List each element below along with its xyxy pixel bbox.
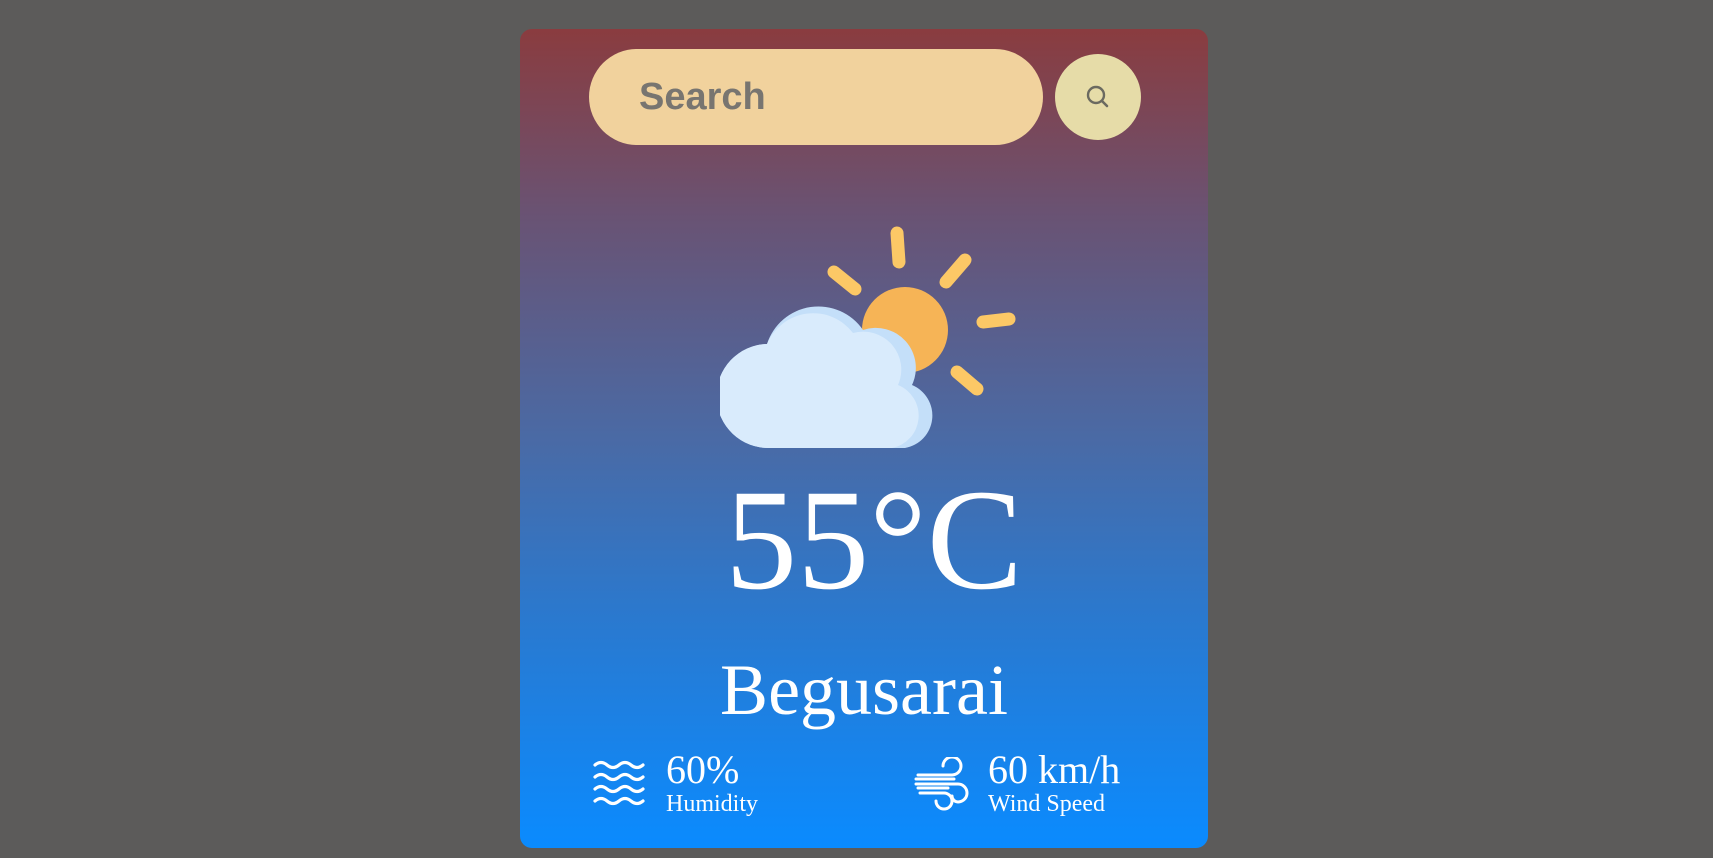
search-bar xyxy=(589,49,1149,145)
temperature: 55°C xyxy=(725,461,1023,620)
wind-icon xyxy=(914,757,969,811)
wind-value: 60 km/h xyxy=(988,747,1121,792)
search-input[interactable] xyxy=(589,49,1043,145)
humidity-text: 60% Humidity xyxy=(666,747,759,818)
humidity-detail: 60% Humidity xyxy=(592,749,758,817)
search-button[interactable] xyxy=(1055,54,1141,140)
wind-label: Wind Speed xyxy=(988,791,1106,817)
partly-cloudy-icon xyxy=(720,226,1016,449)
humidity-icon xyxy=(593,760,645,806)
weather-card: 55°C Begusarai 60% Humidity xyxy=(520,29,1208,848)
wind-text: 60 km/h Wind Speed xyxy=(988,747,1121,818)
search-icon xyxy=(1086,85,1109,108)
humidity-value: 60% xyxy=(666,747,740,792)
wind-detail: 60 km/h Wind Speed xyxy=(914,749,1120,817)
humidity-label: Humidity xyxy=(666,791,759,817)
city-name: Begusarai xyxy=(720,650,1008,730)
